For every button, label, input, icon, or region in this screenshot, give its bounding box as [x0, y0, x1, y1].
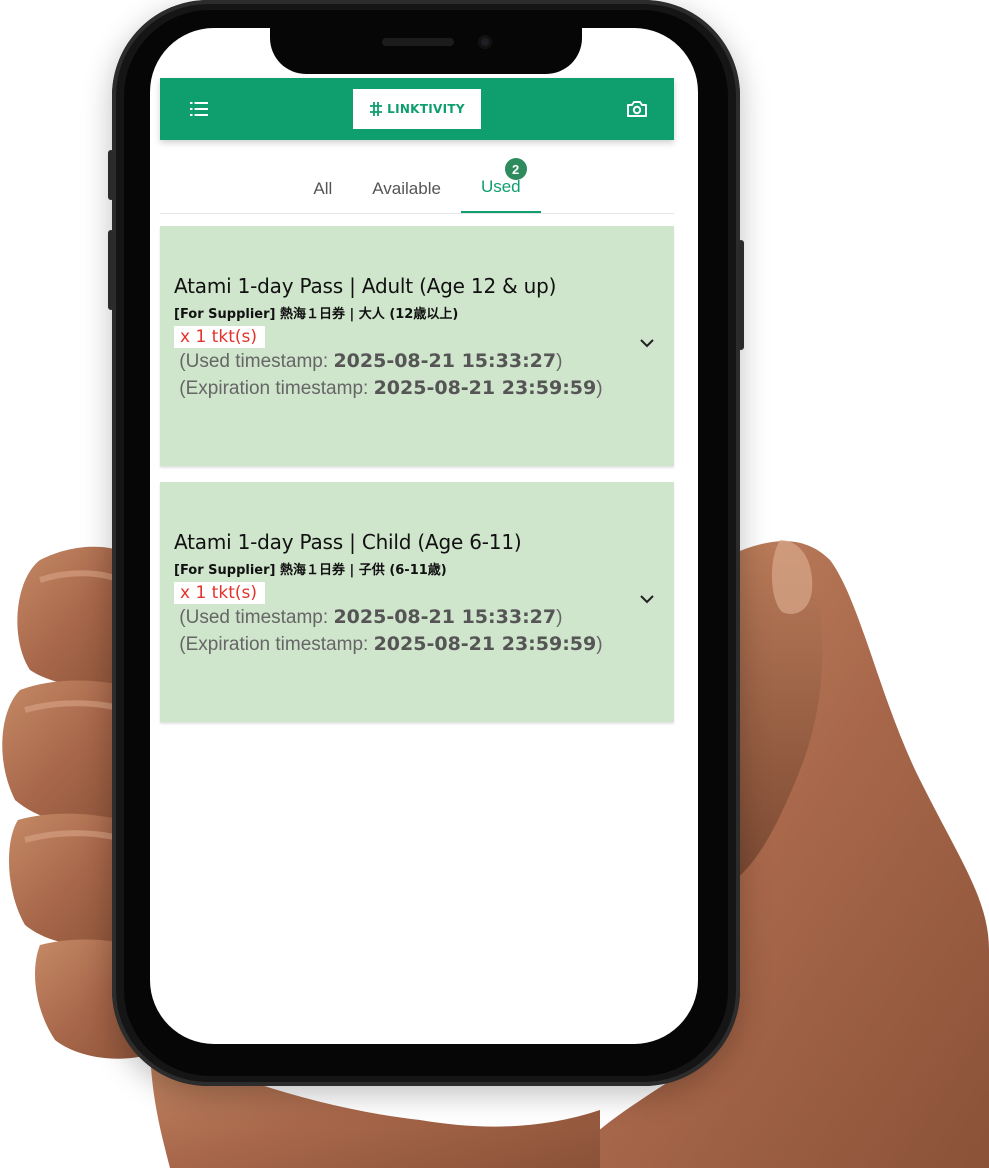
camera-icon[interactable]	[624, 96, 650, 122]
phone-screen: LINKTIVITY All Available Used 2 Atami 1-…	[150, 28, 698, 1044]
chevron-down-icon[interactable]	[638, 334, 656, 352]
ticket-tabs: All Available Used 2	[160, 156, 674, 214]
front-camera	[478, 35, 492, 49]
ticket-title: Atami 1-day Pass | Child (Age 6-11)	[174, 530, 522, 554]
used-count-badge: 2	[504, 158, 527, 180]
tab-all[interactable]: All	[293, 179, 352, 213]
power-button	[738, 240, 744, 350]
used-timestamp: (Used timestamp: 2025-08-21 15:33:27)	[179, 350, 563, 372]
linktivity-logo: LINKTIVITY	[353, 89, 481, 129]
volume-button	[108, 150, 114, 200]
app-header: LINKTIVITY	[160, 78, 674, 140]
ticket-quantity: x 1 tkt(s)	[174, 582, 265, 604]
ticket-quantity: x 1 tkt(s)	[174, 326, 265, 348]
phone-notch	[270, 28, 582, 74]
logo-mark-icon	[370, 102, 383, 116]
expiration-timestamp: (Expiration timestamp: 2025-08-21 23:59:…	[179, 377, 603, 399]
tab-used[interactable]: Used 2	[460, 158, 541, 213]
logo-text: LINKTIVITY	[387, 102, 465, 116]
tab-available[interactable]: Available	[352, 179, 461, 213]
speaker-grille	[382, 38, 454, 46]
ticket-card[interactable]: Atami 1-day Pass | Child (Age 6-11) [For…	[160, 482, 674, 722]
volume-button	[108, 230, 114, 310]
ticket-card[interactable]: Atami 1-day Pass | Adult (Age 12 & up) […	[160, 226, 674, 466]
ticket-subtitle: [For Supplier] 熱海１日券 | 子供 (6-11歳)	[174, 563, 447, 578]
menu-icon[interactable]	[188, 98, 210, 120]
chevron-down-icon[interactable]	[638, 590, 656, 608]
ticket-subtitle: [For Supplier] 熱海１日券 | 大人 (12歳以上)	[174, 307, 459, 322]
used-timestamp: (Used timestamp: 2025-08-21 15:33:27)	[179, 606, 563, 628]
expiration-timestamp: (Expiration timestamp: 2025-08-21 23:59:…	[179, 633, 603, 655]
ticket-title: Atami 1-day Pass | Adult (Age 12 & up)	[174, 274, 557, 298]
